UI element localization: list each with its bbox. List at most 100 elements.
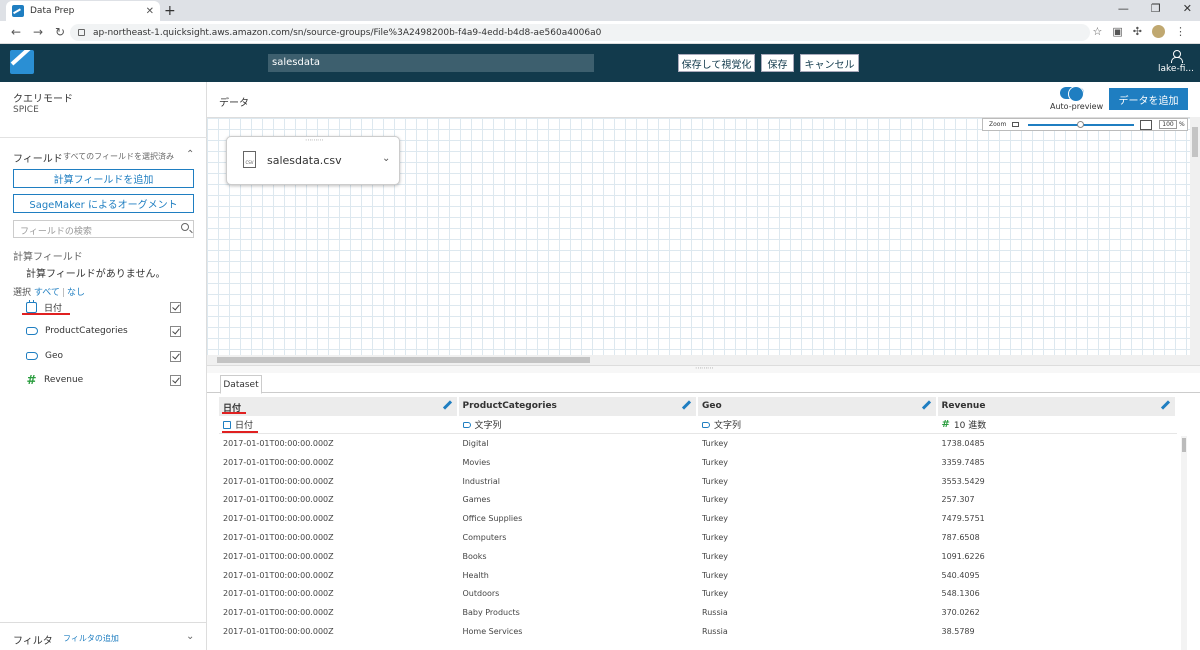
scrollbar-thumb[interactable] [1192,127,1198,157]
add-data-button[interactable]: データを追加 [1109,88,1188,110]
forward-icon[interactable]: → [32,25,44,39]
table-cell[interactable]: 2017-01-01T00:00:00.000Z [219,472,459,491]
expand-icon[interactable]: ⌄ [186,631,194,642]
table-cell[interactable]: 2017-01-01T00:00:00.000Z [219,547,459,566]
datasource-node[interactable]: ⋯⋯⋯ CSV salesdata.csv ⌄ [226,136,400,185]
table-cell[interactable]: 2017-01-01T00:00:00.000Z [219,566,459,585]
table-cell[interactable]: Turkey [698,547,938,566]
scrollbar-thumb[interactable] [1182,438,1186,452]
collapse-icon[interactable]: ⌃ [186,149,194,160]
edit-pencil-icon[interactable] [681,400,692,410]
table-cell[interactable]: 3553.5429 [938,472,1178,491]
table-cell[interactable]: Russia [698,603,938,622]
table-cell[interactable]: 540.4095 [938,566,1178,585]
table-cell[interactable]: Games [459,490,699,509]
sagemaker-augment-button[interactable]: SageMaker によるオーグメント [13,194,194,213]
table-cell[interactable]: Movies [459,453,699,472]
table-cell[interactable]: 1091.6226 [938,547,1178,566]
table-cell[interactable]: Baby Products [459,603,699,622]
extension-icon[interactable]: ▣ [1112,25,1122,38]
tab-dataset[interactable]: Dataset [220,375,262,394]
column-header[interactable]: Revenue [938,397,1177,416]
table-cell[interactable]: 2017-01-01T00:00:00.000Z [219,603,459,622]
edit-pencil-icon[interactable] [1160,400,1171,410]
table-cell[interactable]: 2017-01-01T00:00:00.000Z [219,434,459,453]
table-cell[interactable]: 38.5789 [938,622,1178,641]
table-cell[interactable]: Turkey [698,509,938,528]
close-window-icon[interactable]: ✕ [1183,2,1192,15]
table-cell[interactable]: 2017-01-01T00:00:00.000Z [219,453,459,472]
zoom-value-input[interactable]: 100 [1159,120,1177,129]
field-search-input[interactable]: フィールドの検索 [13,220,194,238]
table-cell[interactable]: Turkey [698,584,938,603]
user-menu[interactable]: lake-fi... [1158,50,1194,74]
table-vertical-scrollbar[interactable] [1181,436,1187,650]
auto-preview-toggle[interactable] [1060,86,1084,102]
table-cell[interactable]: Russia [698,622,938,641]
zoom-slider-handle[interactable] [1077,121,1084,128]
table-cell[interactable]: 1738.0485 [938,434,1178,453]
table-cell[interactable]: 2017-01-01T00:00:00.000Z [219,622,459,641]
reload-icon[interactable]: ↻ [54,25,66,39]
table-cell[interactable]: 2017-01-01T00:00:00.000Z [219,490,459,509]
table-cell[interactable]: 370.0262 [938,603,1178,622]
edit-pencil-icon[interactable] [442,400,452,410]
table-cell[interactable]: 7479.5751 [938,509,1178,528]
minimize-icon[interactable]: — [1118,2,1129,15]
table-cell[interactable]: 548.1306 [938,584,1178,603]
table-cell[interactable]: 2017-01-01T00:00:00.000Z [219,528,459,547]
table-cell[interactable]: 787.6508 [938,528,1178,547]
table-cell[interactable]: 257.307 [938,490,1178,509]
table-cell[interactable]: 2017-01-01T00:00:00.000Z [219,584,459,603]
back-icon[interactable]: ← [10,25,22,39]
url-field[interactable]: ap-northeast-1.quicksight.aws.amazon.com… [70,24,1090,41]
column-header[interactable]: Geo [698,397,938,416]
zoom-out-icon[interactable] [1012,122,1019,127]
table-cell[interactable]: Outdoors [459,584,699,603]
column-header[interactable]: 日付 [219,397,459,416]
edit-pencil-icon[interactable] [921,400,931,410]
save-button[interactable]: 保存 [761,54,794,72]
field-checkbox[interactable] [170,374,181,386]
field-item[interactable]: Geo [26,348,181,364]
cancel-button[interactable]: キャンセル [800,54,859,72]
save-and-visualize-button[interactable]: 保存して視覚化 [678,54,755,72]
column-type[interactable]: #10 進数 [938,416,1178,433]
table-cell[interactable]: Turkey [698,566,938,585]
field-checkbox[interactable] [170,350,181,362]
table-cell[interactable]: Digital [459,434,699,453]
table-cell[interactable]: Health [459,566,699,585]
canvas-vertical-scrollbar[interactable] [1190,117,1200,355]
chevron-down-icon[interactable]: ⌄ [382,153,390,164]
puzzle-icon[interactable]: ✣ [1133,25,1142,38]
resize-handle-icon[interactable]: ⋯⋯⋯ [695,364,714,372]
browser-tab[interactable]: Data Prep ✕ [6,1,160,21]
drag-handle-icon[interactable]: ⋯⋯⋯ [305,136,324,144]
menu-icon[interactable]: ⋮ [1175,25,1186,38]
star-icon[interactable]: ☆ [1093,25,1103,38]
field-item[interactable]: # Revenue [26,372,181,388]
column-type[interactable]: 文字列 [459,416,699,433]
field-checkbox[interactable] [170,325,181,337]
panel-splitter[interactable]: ⋯⋯⋯ [207,364,1200,373]
select-none-link[interactable]: なし [67,288,85,298]
table-cell[interactable]: Turkey [698,528,938,547]
quicksight-logo-icon[interactable] [10,50,34,74]
table-cell[interactable]: Turkey [698,434,938,453]
table-cell[interactable]: Turkey [698,472,938,491]
table-cell[interactable]: Home Services [459,622,699,641]
table-cell[interactable]: Office Supplies [459,509,699,528]
select-all-link[interactable]: すべて [34,288,60,298]
add-calculated-field-button[interactable]: 計算フィールドを追加 [13,169,194,188]
table-cell[interactable]: 2017-01-01T00:00:00.000Z [219,509,459,528]
table-cell[interactable]: 3359.7485 [938,453,1178,472]
field-item[interactable]: ProductCategories [26,323,181,339]
zoom-in-icon[interactable] [1140,120,1152,130]
dataset-name-input[interactable]: salesdata [268,54,594,72]
field-checkbox[interactable] [170,301,181,313]
add-filter-link[interactable]: フィルタの追加 [63,633,119,644]
table-cell[interactable]: Industrial [459,472,699,491]
new-tab-button[interactable]: + [164,3,176,19]
column-type[interactable]: 文字列 [698,416,938,433]
tab-close-icon[interactable]: ✕ [146,6,154,17]
